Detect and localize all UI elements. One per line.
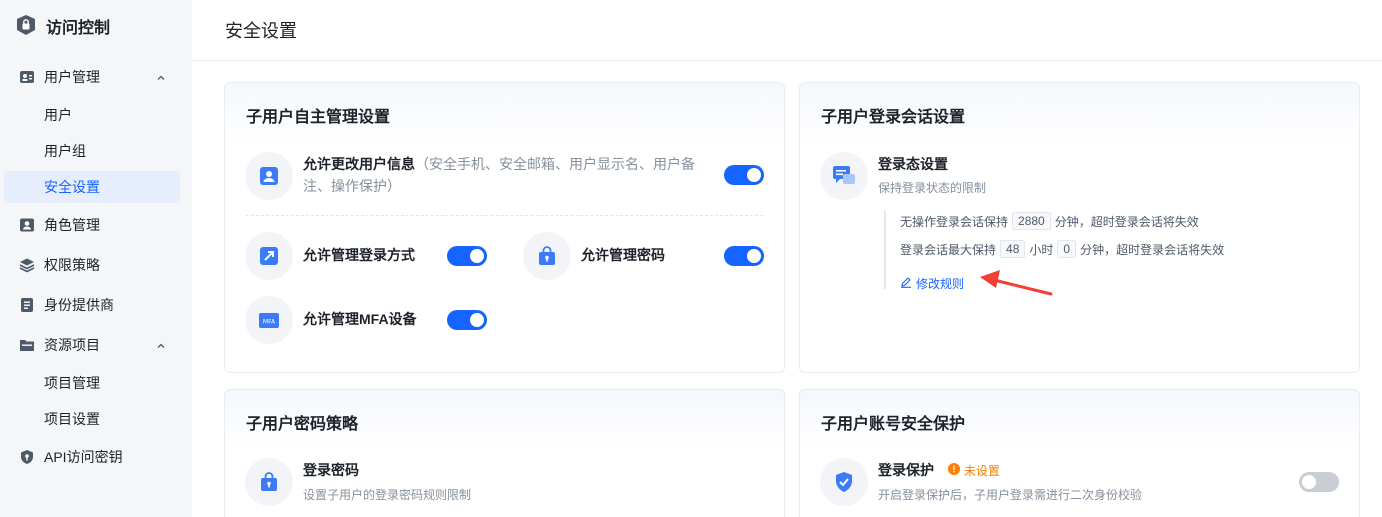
self-management-card: 子用户自主管理设置 允许更改用户信息（安全手机、安全邮箱、用户显示名、用户备注、…	[224, 82, 785, 373]
login-password-title: 登录密码	[303, 462, 359, 478]
sidebar-item-user-management[interactable]: 用户管理	[4, 61, 180, 93]
login-state-desc: 保持登录状态的限制	[878, 181, 987, 195]
sidebar-item-user-groups[interactable]: 用户组	[4, 135, 180, 167]
card-title: 子用户密码策略	[246, 416, 359, 433]
annotation-arrow-icon	[980, 270, 1053, 296]
login-state-title: 登录态设置	[878, 156, 948, 172]
edit-icon	[900, 276, 912, 291]
sidebar-item-label: 项目设置	[44, 411, 100, 427]
rule-text: 登录会话最大保持	[900, 242, 997, 257]
rule-text: 无操作登录会话保持	[900, 214, 1009, 229]
card-title: 子用户登录会话设置	[821, 109, 966, 126]
sidebar-item-label: 安全设置	[44, 179, 100, 195]
sidebar-item-label: API访问密钥	[44, 449, 123, 465]
sidebar-item-label: 角色管理	[44, 217, 100, 233]
rule-text: 分钟，超时登录会话将失效	[1080, 242, 1225, 257]
chat-bubble-icon	[820, 152, 868, 200]
max-hours-value: 48	[1000, 240, 1026, 258]
allow-mfa-toggle[interactable]	[447, 310, 487, 330]
warning-icon	[947, 460, 960, 482]
idle-session-rule: 无操作登录会话保持 2880 分钟，超时登录会话将失效	[900, 211, 1199, 231]
shield-check-icon	[820, 458, 868, 506]
sidebar-item-api-keys[interactable]: API访问密钥	[4, 441, 180, 473]
sidebar-item-label: 用户组	[44, 143, 86, 159]
page-title: 安全设置	[225, 21, 297, 41]
status-text: 未设置	[963, 464, 1000, 478]
folder-icon	[18, 336, 36, 354]
allow-password-label: 允许管理密码	[581, 247, 665, 263]
mfa-icon: MFA	[245, 296, 293, 344]
login-method-icon	[245, 232, 293, 280]
allow-change-info-label: 允许更改用户信息（安全手机、安全邮箱、用户显示名、用户备注、操作保护）	[303, 153, 703, 197]
chevron-up-icon	[156, 70, 166, 86]
max-session-rule: 登录会话最大保持 48 小时 0 分钟，超时登录会话将失效	[900, 239, 1224, 259]
card-title: 子用户自主管理设置	[246, 109, 391, 126]
sidebar-item-resource-projects[interactable]: 资源项目	[4, 329, 180, 361]
account-protection-card: 子用户账号安全保护 登录保护 未设置 开启登录保护后，子用户登录需进行二次身份校…	[799, 389, 1360, 517]
edit-rules-link[interactable]: 修改规则	[900, 275, 964, 292]
login-protect-desc: 开启登录保护后，子用户登录需进行二次身份校验	[878, 488, 1143, 502]
sidebar-item-project-management[interactable]: 项目管理	[4, 367, 180, 399]
sidebar-item-users[interactable]: 用户	[4, 99, 180, 131]
access-control-logo-icon	[16, 14, 36, 39]
sidebar-item-permission-policies[interactable]: 权限策略	[4, 249, 180, 281]
users-icon	[18, 68, 36, 86]
divider	[246, 215, 763, 216]
allow-mfa-label: 允许管理MFA设备	[303, 311, 417, 327]
password-bag-icon	[523, 232, 571, 280]
max-minutes-value: 0	[1057, 240, 1077, 258]
sidebar-item-label: 资源项目	[44, 337, 100, 353]
id-card-icon	[18, 296, 36, 314]
idle-minutes-value: 2880	[1012, 212, 1051, 230]
login-protect-title-row: 登录保护 未设置	[878, 459, 1000, 482]
sidebar-item-label: 用户	[44, 107, 72, 123]
page-header: 安全设置	[192, 0, 1382, 61]
status-badge: 未设置	[947, 460, 1000, 482]
role-icon	[18, 216, 36, 234]
user-info-icon	[245, 152, 293, 200]
mfa-icon-text: MFA	[263, 319, 276, 326]
sidebar-item-label: 身份提供商	[44, 297, 114, 313]
password-policy-card: 子用户密码策略 登录密码 设置子用户的登录密码规则限制	[224, 389, 785, 517]
chevron-up-icon	[156, 338, 166, 354]
layers-icon	[18, 256, 36, 274]
sidebar-item-label: 项目管理	[44, 375, 100, 391]
sidebar-item-label: 权限策略	[44, 257, 100, 273]
app-title: 访问控制	[46, 20, 111, 37]
login-session-card: 子用户登录会话设置 登录态设置 保持登录状态的限制 无操作登录会话保持 2880…	[799, 82, 1360, 373]
edit-rules-label: 修改规则	[916, 277, 965, 291]
session-rules: 无操作登录会话保持 2880 分钟，超时登录会话将失效 登录会话最大保持 48 …	[884, 211, 1284, 292]
login-protect-toggle[interactable]	[1299, 472, 1339, 492]
sidebar-item-role-management[interactable]: 角色管理	[4, 209, 180, 241]
allow-change-info-title: 允许更改用户信息	[303, 156, 415, 172]
allow-password-toggle[interactable]	[724, 246, 764, 266]
login-protect-title: 登录保护	[878, 462, 934, 478]
login-password-desc: 设置子用户的登录密码规则限制	[303, 488, 472, 502]
allow-login-method-toggle[interactable]	[447, 246, 487, 266]
allow-change-info-toggle[interactable]	[724, 165, 764, 185]
brand: 访问控制	[16, 14, 110, 38]
card-title: 子用户账号安全保护	[821, 416, 966, 433]
password-bag-icon	[245, 458, 293, 506]
sidebar-item-security-settings[interactable]: 安全设置	[4, 171, 180, 203]
sidebar-item-label: 用户管理	[44, 69, 100, 85]
allow-login-method-label: 允许管理登录方式	[303, 247, 415, 263]
rule-text: 分钟，超时登录会话将失效	[1054, 214, 1199, 229]
sidebar: 访问控制 用户管理 用户 用户组 安全设置 角色管理 权限策略 身份提供商 资源…	[0, 0, 192, 517]
shield-key-icon	[18, 448, 36, 466]
rule-text: 小时	[1029, 242, 1054, 257]
sidebar-item-project-settings[interactable]: 项目设置	[4, 403, 180, 435]
sidebar-item-identity-providers[interactable]: 身份提供商	[4, 289, 180, 321]
